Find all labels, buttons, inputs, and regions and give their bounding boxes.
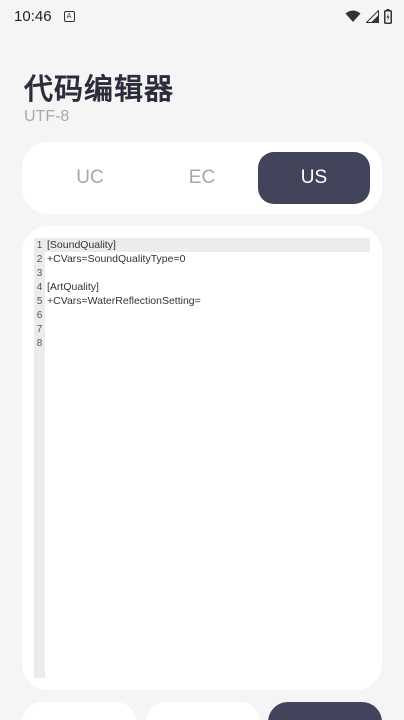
tab-us[interactable]: US	[258, 152, 370, 204]
editor-card: 1 [SoundQuality] 2 +CVars=SoundQualityTy…	[22, 226, 382, 690]
battery-icon	[384, 8, 392, 24]
signal-icon	[366, 9, 379, 23]
line-text: [SoundQuality]	[47, 239, 116, 251]
line-number: 6	[36, 309, 43, 321]
code-editor[interactable]: 1 [SoundQuality] 2 +CVars=SoundQualityTy…	[34, 238, 370, 678]
code-line[interactable]: 7	[34, 322, 370, 336]
code-line[interactable]: 8	[34, 336, 370, 350]
file-tabs: UC EC US	[22, 142, 382, 214]
line-number: 5	[36, 295, 43, 307]
tab-uc[interactable]: UC	[34, 152, 146, 204]
status-icons	[345, 8, 392, 24]
code-line[interactable]: 2 +CVars=SoundQualityType=0	[34, 252, 370, 266]
bottom-action-button-1[interactable]	[22, 702, 136, 720]
code-line[interactable]: 4 [ArtQuality]	[34, 280, 370, 294]
line-number: 7	[36, 323, 43, 335]
status-time: 10:46	[14, 7, 52, 25]
wifi-icon	[345, 10, 361, 22]
code-line[interactable]: 6	[34, 308, 370, 322]
encoding-label: UTF-8	[24, 108, 70, 125]
line-text: +CVars=WaterReflectionSetting=	[47, 295, 201, 307]
bottom-action-button-2[interactable]	[146, 702, 260, 720]
line-number: 2	[36, 253, 43, 265]
tab-ec[interactable]: EC	[146, 152, 258, 204]
code-line[interactable]: 3	[34, 266, 370, 280]
line-text: +CVars=SoundQualityType=0	[47, 253, 186, 265]
line-number: 8	[36, 337, 43, 349]
code-line[interactable]: 1 [SoundQuality]	[34, 238, 370, 252]
line-number: 4	[36, 281, 43, 293]
page-title: 代码编辑器	[24, 72, 175, 106]
line-text: [ArtQuality]	[47, 281, 99, 293]
notification-app-icon: A	[63, 10, 75, 22]
bottom-action-button-3[interactable]	[268, 702, 382, 720]
line-number: 3	[36, 267, 43, 279]
status-bar: 10:46 A	[0, 0, 404, 32]
code-line[interactable]: 5 +CVars=WaterReflectionSetting=	[34, 294, 370, 308]
line-number: 1	[36, 239, 43, 251]
